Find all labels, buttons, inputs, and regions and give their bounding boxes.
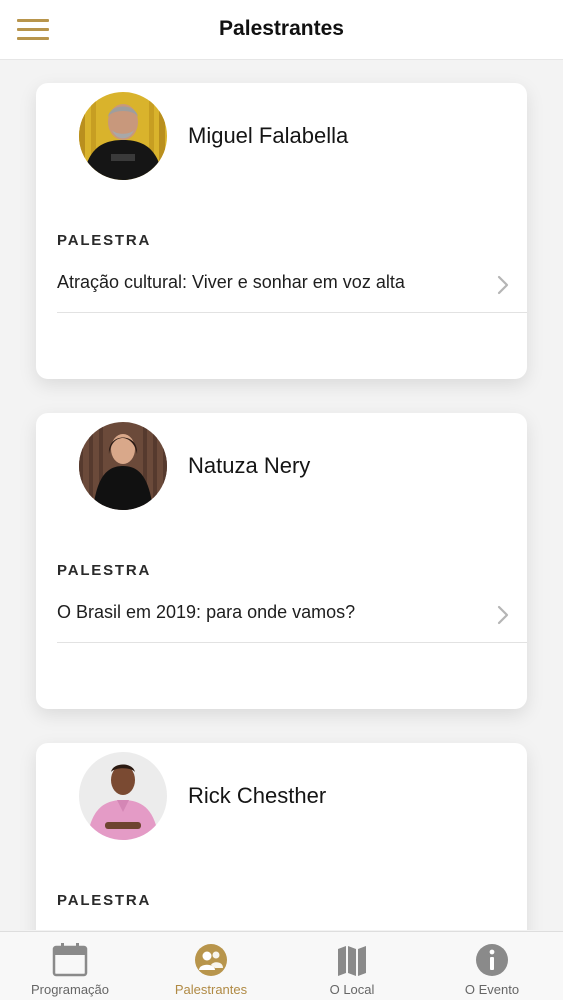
tab-label: O Evento bbox=[464, 982, 520, 997]
info-icon bbox=[476, 944, 508, 976]
talk-title: Atração cultural: Viver e sonhar em voz … bbox=[57, 272, 405, 292]
speaker-avatar bbox=[79, 422, 167, 510]
speaker-name: Natuza Nery bbox=[188, 453, 311, 478]
tab-palestrantes[interactable]: Palestrantes bbox=[141, 932, 281, 1000]
speaker-card: Natuza Nery PALESTRA O Brasil em 2019: p… bbox=[36, 413, 527, 709]
tab-label: O Local bbox=[329, 982, 375, 997]
app-header: Palestrantes bbox=[0, 0, 563, 60]
speakers-icon bbox=[195, 944, 227, 976]
section-label: PALESTRA bbox=[57, 232, 152, 249]
speaker-name: Miguel Falabella bbox=[188, 123, 349, 148]
speaker-card: Miguel Falabella PALESTRA Atração cultur… bbox=[36, 83, 527, 379]
chevron-right-icon bbox=[497, 275, 509, 295]
speaker-avatar bbox=[79, 92, 167, 180]
section-label: PALESTRA bbox=[57, 562, 152, 579]
chevron-right-icon bbox=[497, 605, 509, 625]
map-icon bbox=[338, 946, 366, 976]
tab-o-local[interactable]: O Local bbox=[282, 932, 422, 1000]
tab-o-evento[interactable]: O Evento bbox=[422, 932, 562, 1000]
speaker-list[interactable]: Miguel Falabella PALESTRA Atração cultur… bbox=[0, 60, 563, 930]
speaker-name: Rick Chesther bbox=[188, 783, 327, 808]
tab-programacao[interactable]: Programação bbox=[0, 932, 140, 1000]
tab-bar: Programação Palestrantes O Local O Event… bbox=[0, 931, 563, 1000]
talk-row[interactable]: Atração cultural: Viver e sonhar em voz … bbox=[57, 261, 527, 313]
talk-row[interactable]: O Brasil em 2019: para onde vamos? bbox=[57, 591, 527, 643]
calendar-icon bbox=[52, 943, 88, 977]
talk-title: O Brasil em 2019: para onde vamos? bbox=[57, 602, 356, 622]
speaker-avatar bbox=[79, 752, 167, 840]
tab-label: Palestrantes bbox=[174, 982, 248, 997]
page-title: Palestrantes bbox=[219, 17, 344, 40]
speaker-card: Rick Chesther PALESTRA bbox=[36, 743, 527, 930]
tab-label: Programação bbox=[30, 982, 110, 997]
section-label: PALESTRA bbox=[57, 892, 152, 909]
